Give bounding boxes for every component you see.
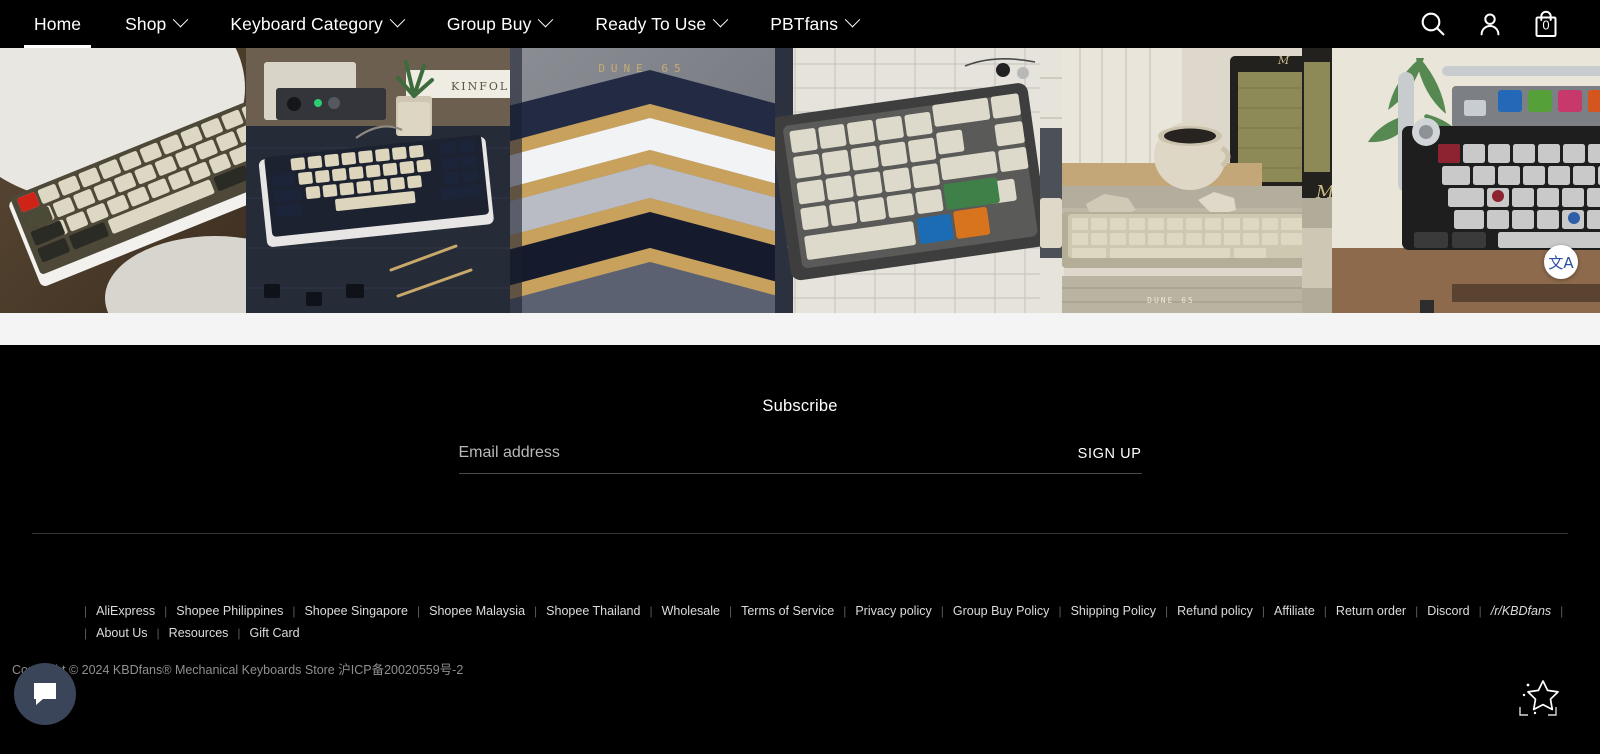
- chat-bubble-icon: [34, 683, 56, 705]
- subscribe-form: SIGN UP: [458, 444, 1142, 474]
- signup-button[interactable]: SIGN UP: [1054, 446, 1142, 462]
- footer-link-shipping-policy[interactable]: Shipping Policy: [1062, 600, 1165, 622]
- gallery-tile[interactable]: DUNE 65: [510, 48, 775, 313]
- keyboard-cases-photo-3: [510, 48, 775, 313]
- chevron-down-icon: [844, 11, 861, 28]
- footer-link-shopee-philippines[interactable]: Shopee Philippines: [167, 600, 292, 622]
- footer-link-wholesale[interactable]: Wholesale: [653, 600, 729, 622]
- footer-link-about-us[interactable]: About Us: [87, 622, 156, 644]
- link-separator: |: [1560, 604, 1564, 618]
- nav-items-group: Home Shop Keyboard Category Group Buy Re…: [0, 0, 880, 48]
- top-navigation-bar: Home Shop Keyboard Category Group Buy Re…: [0, 0, 1600, 48]
- gallery-tile[interactable]: [775, 48, 1040, 313]
- nav-item-ready-to-use[interactable]: Ready To Use: [573, 0, 748, 48]
- footer-link-return-order[interactable]: Return order: [1327, 600, 1415, 622]
- nav-item-label: Ready To Use: [595, 13, 707, 34]
- sparkle-star-icon: [1519, 680, 1559, 716]
- footer-link-group-buy-policy[interactable]: Group Buy Policy: [944, 600, 1059, 622]
- gallery-tile[interactable]: KINFOL: [246, 48, 510, 313]
- account-button[interactable]: [1476, 10, 1504, 38]
- search-icon: [1421, 12, 1445, 36]
- subscribe-heading: Subscribe: [762, 397, 838, 415]
- nav-item-label: PBTfans: [770, 13, 839, 34]
- sparkle-star-widget-button[interactable]: [1514, 671, 1562, 719]
- nav-item-label: Shop: [125, 13, 167, 34]
- footer-links-block: | AliExpress | Shopee Philippines | Shop…: [0, 534, 1600, 644]
- gallery-tile[interactable]: M: [1040, 48, 1302, 313]
- footer-link-privacy-policy[interactable]: Privacy policy: [846, 600, 940, 622]
- site-footer: Subscribe SIGN UP | AliExpress | Shopee …: [0, 345, 1600, 754]
- search-button[interactable]: [1418, 9, 1448, 39]
- cart-button[interactable]: 0: [1532, 9, 1560, 39]
- chevron-down-icon: [389, 11, 406, 28]
- footer-link-gift-card[interactable]: Gift Card: [241, 622, 309, 644]
- footer-link-refund-policy[interactable]: Refund policy: [1168, 600, 1262, 622]
- footer-link-terms-of-service[interactable]: Terms of Service: [732, 600, 843, 622]
- footer-link-discord[interactable]: Discord: [1418, 600, 1478, 622]
- cozy-desk-photo-5: M: [1040, 48, 1302, 313]
- nav-item-shop[interactable]: Shop: [103, 0, 208, 48]
- footer-link-shopee-thailand[interactable]: Shopee Thailand: [537, 600, 649, 622]
- chevron-down-icon: [173, 11, 189, 28]
- nav-item-group-buy[interactable]: Group Buy: [425, 0, 574, 48]
- nav-item-keyboard-category[interactable]: Keyboard Category: [208, 0, 424, 48]
- nav-actions-group: 0: [1418, 9, 1600, 39]
- desk-setup-photo-2: KINFOL: [246, 48, 510, 313]
- footer-link-resources[interactable]: Resources: [160, 622, 238, 644]
- footer-link-affiliate[interactable]: Affiliate: [1265, 600, 1324, 622]
- svg-text:KINFOL: KINFOL: [451, 80, 509, 93]
- footer-link-shopee-malaysia[interactable]: Shopee Malaysia: [420, 600, 534, 622]
- tile-caption: DUNE 65: [598, 62, 687, 75]
- footer-links-row-primary: | AliExpress | Shopee Philippines | Shop…: [84, 600, 1600, 622]
- gallery-tile[interactable]: [0, 48, 246, 313]
- nav-item-pbtfans[interactable]: PBTfans: [748, 0, 880, 48]
- footer-links-row-secondary: | About Us | Resources | Gift Card: [84, 622, 1600, 644]
- cart-count-badge: 0: [1542, 17, 1550, 33]
- product-image-gallery: KINFOL DUNE 65 M DUNE 65 M 文A: [0, 48, 1600, 313]
- retro-keyboard-photo-4: [775, 48, 1040, 313]
- footer-link-reddit-kbdfans[interactable]: /r/KBDfans: [1482, 600, 1560, 622]
- chat-widget-button[interactable]: [14, 663, 76, 725]
- account-icon: [1480, 13, 1500, 36]
- translate-widget-button[interactable]: 文A: [1544, 245, 1578, 279]
- footer-link-aliexpress[interactable]: AliExpress: [87, 600, 164, 622]
- keyboard-photo-1: [0, 48, 246, 313]
- footer-link-shopee-singapore[interactable]: Shopee Singapore: [295, 600, 417, 622]
- tile-caption: DUNE 65: [1147, 296, 1195, 305]
- email-input[interactable]: [458, 444, 1054, 462]
- nav-item-label: Keyboard Category: [230, 13, 383, 34]
- content-spacer-band: [0, 313, 1600, 345]
- chevron-down-icon: [712, 11, 729, 28]
- nav-item-label: Group Buy: [446, 13, 532, 34]
- svg-text:M: M: [1277, 54, 1290, 67]
- chevron-down-icon: [538, 11, 554, 28]
- nav-item-label: Home: [34, 13, 82, 34]
- gallery-tile[interactable]: M: [1302, 48, 1600, 313]
- copyright-text: Copyright © 2024 KBDfans® Mechanical Key…: [12, 663, 464, 677]
- nav-item-home[interactable]: Home: [12, 0, 103, 48]
